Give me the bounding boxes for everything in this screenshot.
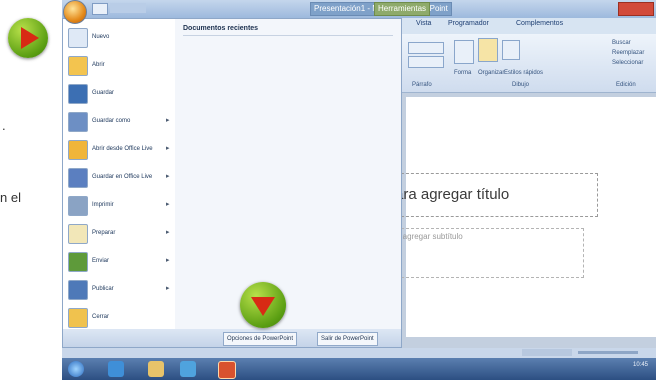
office-menu-item[interactable]: Imprimir ▸ [65, 193, 173, 219]
prepare-icon [68, 224, 88, 244]
ribbon-tabs: Vista Programador Complementos [402, 18, 656, 34]
down-arrow-icon [251, 297, 275, 316]
open-live-icon [68, 140, 88, 160]
office-menu-commands: Nuevo Abrir Guardar Guardar como ▸ Abrir desd… [63, 19, 176, 329]
play-arrow-icon [21, 27, 39, 49]
office-menu-item-label: Abrir [92, 62, 105, 68]
recent-documents-header: Documentos recientes [183, 25, 259, 32]
paragraph-align-icon[interactable] [408, 42, 444, 54]
shape-icon[interactable] [454, 40, 474, 64]
recent-divider [183, 35, 393, 36]
office-button-icon[interactable] [63, 0, 87, 24]
office-menu-item[interactable]: Guardar en Office Live ▸ [65, 165, 173, 191]
office-menu-item[interactable]: Enviar ▸ [65, 249, 173, 275]
quick-access-toolbar[interactable] [110, 3, 146, 13]
margin-text-fragment: n el [0, 190, 21, 205]
ribbon: Forma Organizar Estilos rápidos Buscar R… [402, 34, 656, 93]
office-menu: Nuevo Abrir Guardar Guardar como ▸ Abrir desd… [62, 18, 402, 348]
close-folder-icon [68, 308, 88, 328]
print-icon [68, 196, 88, 216]
save-quick-icon[interactable] [92, 3, 108, 15]
submenu-arrow-icon: ▸ [166, 117, 170, 124]
office-menu-item[interactable]: Nuevo [65, 25, 173, 51]
subtitle-placeholder-text: o agregar subtítulo [396, 232, 463, 241]
office-menu-item-label: Abrir desde Office Live [92, 146, 153, 152]
browser-icon[interactable] [108, 361, 124, 377]
margin-text-dot: . [2, 118, 6, 133]
quick-styles-label: Estilos rápidos [504, 70, 544, 76]
subtitle-placeholder[interactable]: o agregar subtítulo [396, 228, 584, 278]
media-player-icon[interactable] [180, 361, 196, 377]
submenu-arrow-icon: ▸ [166, 257, 170, 264]
tab-programador[interactable]: Programador [448, 20, 489, 27]
title-bar: Presentación1 - Microsoft PowerPoint Her… [62, 0, 656, 18]
office-menu-item-label: Guardar como [92, 118, 131, 124]
explorer-folder-icon[interactable] [148, 361, 164, 377]
office-menu-item-label: Publicar [92, 286, 114, 292]
office-menu-item[interactable]: Abrir [65, 53, 173, 79]
save-as-icon [68, 112, 88, 132]
start-button-icon[interactable] [68, 361, 84, 377]
powerpoint-options-button[interactable]: Opciones de PowerPoint [223, 332, 298, 346]
zoom-slider[interactable] [578, 351, 638, 354]
office-menu-footer: Opciones de PowerPoint Salir de PowerPoi… [63, 329, 401, 347]
open-folder-icon [68, 56, 88, 76]
office-menu-item[interactable]: Abrir desde Office Live ▸ [65, 137, 173, 163]
submenu-arrow-icon: ▸ [166, 173, 170, 180]
powerpoint-window: Presentación1 - Microsoft PowerPoint Her… [62, 0, 656, 380]
office-menu-item[interactable]: Guardar como ▸ [65, 109, 173, 135]
taskbar-clock: 10:45 [632, 362, 648, 368]
shape-label: Forma [454, 70, 472, 76]
office-menu-item-label: Guardar [92, 90, 115, 96]
quick-styles-icon[interactable] [502, 40, 520, 60]
group-drawing-label: Dibujo [512, 82, 530, 88]
group-paragraph-label: Párrafo [412, 82, 432, 88]
window-controls[interactable] [618, 2, 654, 16]
submenu-arrow-icon: ▸ [166, 145, 170, 152]
recent-documents-panel: Documentos recientes [175, 19, 401, 329]
office-menu-item[interactable]: Publicar ▸ [65, 277, 173, 303]
office-menu-item[interactable]: Preparar ▸ [65, 221, 173, 247]
submenu-arrow-icon: ▸ [166, 201, 170, 208]
submenu-arrow-icon: ▸ [166, 285, 170, 292]
save-live-icon [68, 168, 88, 188]
exit-powerpoint-button[interactable]: Salir de PowerPoint [317, 332, 378, 346]
office-menu-item-label: Preparar [92, 230, 116, 236]
status-bar [62, 348, 656, 358]
down-marker-badge [240, 282, 286, 328]
title-placeholder[interactable]: ara agregar título [395, 173, 598, 217]
office-menu-item-label: Nuevo [92, 34, 110, 40]
contextual-tab-header: Herramientas [374, 2, 431, 16]
slide-canvas[interactable]: ara agregar título o agregar subtítulo [395, 97, 656, 337]
paragraph-indent-icon[interactable] [408, 56, 444, 68]
windows-taskbar: 10:45 [62, 358, 656, 380]
save-disk-icon [68, 84, 88, 104]
play-marker-badge [8, 18, 48, 58]
tab-vista[interactable]: Vista [416, 20, 431, 27]
office-menu-item[interactable]: Cerrar [65, 305, 173, 331]
send-icon [68, 252, 88, 272]
title-placeholder-text: ara agregar título [395, 186, 510, 203]
submenu-arrow-icon: ▸ [166, 229, 170, 236]
office-menu-item-label: Enviar [92, 258, 110, 264]
office-menu-item-label: Imprimir [92, 202, 114, 208]
find-label[interactable]: Buscar [612, 40, 631, 46]
powerpoint-taskbar-icon[interactable] [218, 361, 236, 379]
publish-icon [68, 280, 88, 300]
replace-label[interactable]: Reemplazar [612, 50, 644, 56]
office-menu-item-label: Cerrar [92, 314, 110, 320]
group-editing-label: Edición [616, 82, 636, 88]
office-menu-item-label: Guardar en Office Live [92, 174, 153, 180]
arrange-label: Organizar [478, 70, 505, 76]
slide-workspace: ara agregar título o agregar subtítulo [395, 93, 656, 348]
tab-complementos[interactable]: Complementos [516, 20, 563, 27]
view-buttons[interactable] [522, 349, 572, 356]
office-menu-item[interactable]: Guardar [65, 81, 173, 107]
new-document-icon [68, 28, 88, 48]
select-label[interactable]: Seleccionar [612, 60, 643, 66]
arrange-icon[interactable] [478, 38, 498, 62]
